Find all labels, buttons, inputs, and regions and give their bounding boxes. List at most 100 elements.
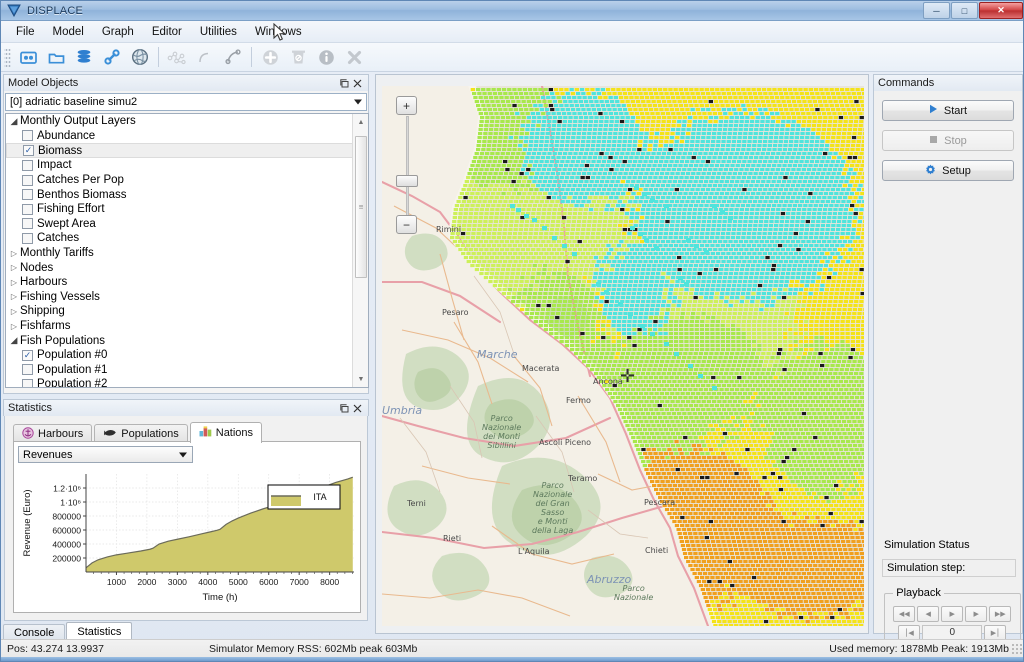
model-objects-float-icon[interactable]	[338, 77, 351, 90]
expander-closed-icon[interactable]	[8, 322, 20, 331]
play-button[interactable]: ▶	[941, 605, 964, 622]
expander-closed-icon[interactable]	[8, 249, 20, 258]
checkbox-unchecked[interactable]	[22, 378, 33, 387]
expander-closed-icon[interactable]	[8, 263, 20, 272]
database-icon[interactable]	[71, 45, 97, 70]
scrollbar-thumb[interactable]	[355, 136, 367, 278]
revenues-chart: 200000 400000 600000 800000 1·10⁶ 1.2·10⁶ 1000…	[16, 468, 360, 612]
zoom-out-button[interactable]: −	[396, 215, 417, 234]
start-button[interactable]: Start	[882, 100, 1014, 121]
map-canvas[interactable]: Rimini Pesaro Ancona Marche Macerata Fermo Umb…	[382, 86, 864, 626]
tree-item-fishfarms[interactable]: Fishfarms	[6, 319, 354, 334]
tab-nations[interactable]: Nations	[189, 422, 263, 443]
tree-item-monthly-tariffs[interactable]: Monthly Tariffs	[6, 246, 354, 261]
expander-closed-icon[interactable]	[8, 307, 20, 316]
minimize-button[interactable]: ─	[923, 2, 950, 19]
delete-icon[interactable]	[285, 45, 311, 70]
resize-grip-icon[interactable]	[1011, 643, 1023, 655]
step-forward-button[interactable]: ▶	[965, 605, 988, 622]
tree-item-nodes[interactable]: Nodes	[6, 260, 354, 275]
checkbox-unchecked[interactable]	[22, 174, 33, 186]
link-edge-icon[interactable]	[220, 45, 246, 70]
scroll-up-arrow-icon[interactable]: ▲	[353, 114, 368, 130]
tab-console[interactable]: Console	[3, 624, 66, 640]
tree-item-shipping[interactable]: Shipping	[6, 304, 354, 319]
tree-item-swept-area[interactable]: Swept Area	[6, 217, 354, 232]
zoom-slider-track[interactable]	[406, 116, 409, 216]
tree-item-impact[interactable]: Impact	[6, 158, 354, 173]
expander-closed-icon[interactable]	[8, 278, 20, 287]
link-icon[interactable]	[99, 45, 125, 70]
tree-item-harbours[interactable]: Harbours	[6, 275, 354, 290]
tab-populations-label: Populations	[121, 428, 179, 440]
checkbox-unchecked[interactable]	[22, 218, 33, 230]
arc-edge-icon[interactable]	[192, 45, 218, 70]
scroll-down-arrow-icon[interactable]: ▼	[353, 371, 368, 387]
tree-item-label: Fish Populations	[20, 334, 106, 347]
tree-item-fish-populations[interactable]: Fish Populations	[6, 333, 354, 348]
rewind-fast-button[interactable]: ◀◀	[893, 605, 916, 622]
tree-item-label: Harbours	[20, 276, 68, 289]
tree-item-catches-per-pop[interactable]: Catches Per Pop	[6, 173, 354, 188]
stop-button[interactable]: Stop	[882, 130, 1014, 151]
expander-open-icon[interactable]	[8, 116, 20, 127]
checkbox-unchecked[interactable]	[22, 130, 33, 142]
forward-fast-button[interactable]: ▶▶	[989, 605, 1012, 622]
svg-text:1000: 1000	[107, 577, 126, 587]
tree-item-population-2[interactable]: Population #2	[6, 377, 354, 387]
tree-item-fishing-effort[interactable]: Fishing Effort	[6, 202, 354, 217]
checkbox-unchecked[interactable]	[22, 203, 33, 215]
menu-utilities[interactable]: Utilities	[191, 23, 246, 41]
nodes-graph-icon[interactable]	[164, 45, 190, 70]
tree-item-label: Catches Per Pop	[37, 174, 124, 187]
tree-item-fishing-vessels[interactable]: Fishing Vessels	[6, 290, 354, 305]
expander-closed-icon[interactable]	[8, 292, 20, 301]
svg-text:4000: 4000	[198, 577, 217, 587]
checkbox-unchecked[interactable]	[22, 159, 33, 171]
map-zoom-control[interactable]: + −	[396, 96, 420, 234]
expander-open-icon[interactable]	[8, 335, 20, 346]
gear-icon	[925, 164, 936, 178]
globe-icon[interactable]	[127, 45, 153, 70]
tree-item-population-0[interactable]: Population #0	[6, 348, 354, 363]
open-folder-icon[interactable]	[43, 45, 69, 70]
checkbox-unchecked[interactable]	[22, 364, 33, 376]
tree-item-biomass[interactable]: Biomass	[6, 143, 354, 159]
close-x-icon[interactable]	[341, 45, 367, 70]
tree-item-population-1[interactable]: Population #1	[6, 363, 354, 378]
add-icon[interactable]	[257, 45, 283, 70]
model-objects-title-bar: Model Objects	[3, 74, 369, 91]
model-objects-close-icon[interactable]	[351, 77, 364, 90]
scenario-combobox[interactable]: [0] adriatic baseline simu2	[5, 93, 367, 111]
metric-combobox[interactable]: Revenues	[18, 446, 193, 463]
checkbox-checked[interactable]	[22, 349, 33, 361]
tree-item-monthly-output-layers[interactable]: Monthly Output Layers	[6, 114, 354, 129]
checkbox-unchecked[interactable]	[22, 232, 33, 244]
tab-statistics[interactable]: Statistics	[66, 622, 133, 640]
statistics-close-icon[interactable]	[351, 402, 364, 415]
zoom-slider-thumb[interactable]	[396, 175, 418, 187]
zoom-in-button[interactable]: +	[396, 96, 417, 115]
maximize-button[interactable]: □	[951, 2, 978, 19]
menu-editor[interactable]: Editor	[143, 23, 191, 41]
step-back-button[interactable]: ◀	[917, 605, 940, 622]
statistics-float-icon[interactable]	[338, 402, 351, 415]
open-scenario-icon[interactable]	[15, 45, 41, 70]
tree-item-benthos-biomass[interactable]: Benthos Biomass	[6, 187, 354, 202]
tree-vertical-scrollbar[interactable]: ▲ ▼	[352, 114, 368, 387]
svg-text:3000: 3000	[168, 577, 187, 587]
commands-title-bar: Commands	[873, 74, 1023, 91]
tree-item-abundance[interactable]: Abundance	[6, 129, 354, 144]
info-icon[interactable]	[313, 45, 339, 70]
close-button[interactable]: ✕	[979, 2, 1023, 19]
menu-model[interactable]: Model	[44, 23, 93, 41]
setup-button[interactable]: Setup	[882, 160, 1014, 181]
menu-graph[interactable]: Graph	[93, 23, 143, 41]
checkbox-unchecked[interactable]	[22, 189, 33, 201]
model-objects-tree[interactable]: Monthly Output LayersAbundance Biomass Imp…	[5, 113, 369, 388]
checkbox-checked[interactable]	[23, 145, 34, 157]
tree-item-catches[interactable]: Catches	[6, 231, 354, 246]
tree-item-label: Benthos Biomass	[37, 188, 127, 201]
toolbar-grip[interactable]	[4, 47, 11, 67]
menu-file[interactable]: File	[7, 23, 44, 41]
